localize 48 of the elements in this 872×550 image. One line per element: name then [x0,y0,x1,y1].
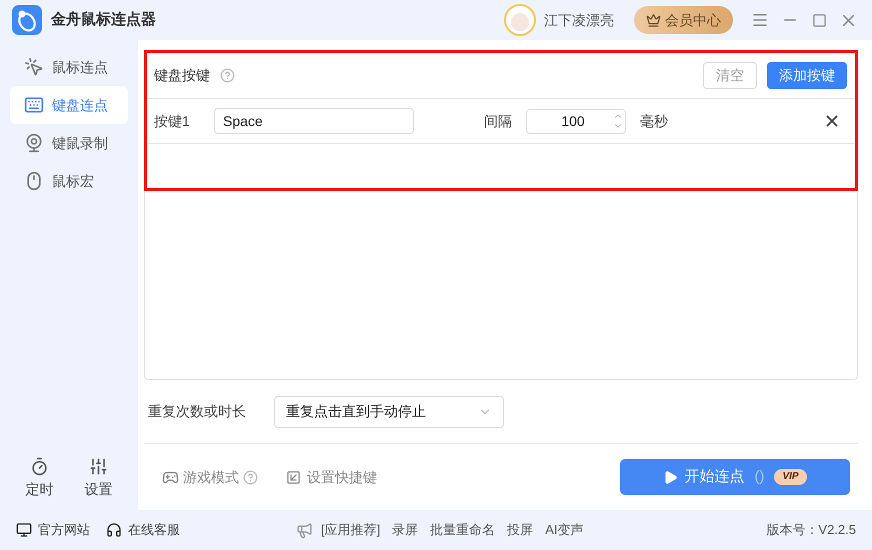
sidebar-item[interactable]: 鼠标宏 [10,162,128,200]
play-icon [663,470,678,484]
repeat-dropdown[interactable]: 重复点击直到手动停止 [274,396,504,428]
stopwatch-icon [30,457,49,476]
megaphone-icon [296,522,313,538]
interval-spinner[interactable]: 100 [526,108,626,134]
window-title: 金舟鼠标连点器 [51,10,156,30]
key-label: 按键1 [154,112,191,130]
menu-icon[interactable] [751,11,769,29]
panel-title: 键盘按键 [154,66,210,85]
app-link[interactable]: 录屏 [392,520,418,540]
maximize-icon[interactable] [812,12,827,28]
sidebar-item[interactable]: 键鼠录制 [10,124,128,162]
sidebar-tool-button[interactable]: 定时 [26,457,54,500]
footer-link[interactable]: 官方网站 [16,520,90,540]
crown-icon [646,12,661,28]
footer-link[interactable]: 在线客服 [106,520,180,540]
unit-label: 毫秒 [640,112,668,130]
version-text: 版本号：V2.2.5 [766,521,856,540]
app-link[interactable]: 批量重命名 [430,520,496,540]
app-link[interactable]: 投屏 [507,520,534,540]
cursor-click-icon [24,57,44,77]
app-link[interactable]: AI变声 [545,520,584,540]
hotkey-button[interactable]: 设置快捷键 [286,466,377,488]
monitor-icon [16,522,32,538]
sidebar-item[interactable]: 键盘连点 [10,86,128,124]
webcam-icon [24,133,44,153]
avatar-icon [504,4,536,36]
sidebar-tool-button[interactable]: 设置 [84,457,112,500]
help-icon[interactable] [220,68,235,83]
shortcut-text: () [754,466,764,487]
app-logo-icon [12,5,42,35]
help-icon[interactable] [243,470,258,484]
sliders-icon [89,457,108,476]
repeat-label: 重复次数或时长 [148,402,246,421]
vip-center-button[interactable]: 会员中心 [634,6,733,34]
interval-label: 间隔 [484,112,512,130]
add-key-button[interactable]: 添加按键 [767,62,847,89]
recommend-label: [应用推荐] [321,521,380,540]
user-name[interactable]: 江下凌漂亮 [544,10,614,30]
headset-icon [106,522,122,538]
vip-badge: VIP [774,469,807,485]
sidebar-item[interactable]: 鼠标连点 [10,48,128,86]
start-button[interactable]: 开始连点 () VIP [620,459,850,495]
shortcut-icon [286,470,301,484]
key-field[interactable]: Space [214,108,414,134]
game-mode-toggle[interactable]: 游戏模式 [162,466,239,488]
keyboard-icon [24,95,44,115]
